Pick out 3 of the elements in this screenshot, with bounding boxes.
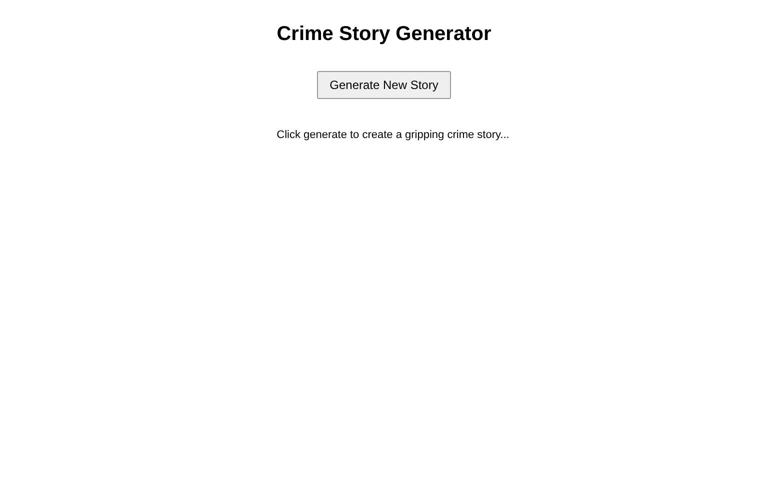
generate-button[interactable]: Generate New Story: [316, 71, 452, 99]
story-text: Click generate to create a gripping crime story...: [276, 129, 510, 141]
page-title: Crime Story Generator: [276, 23, 492, 46]
